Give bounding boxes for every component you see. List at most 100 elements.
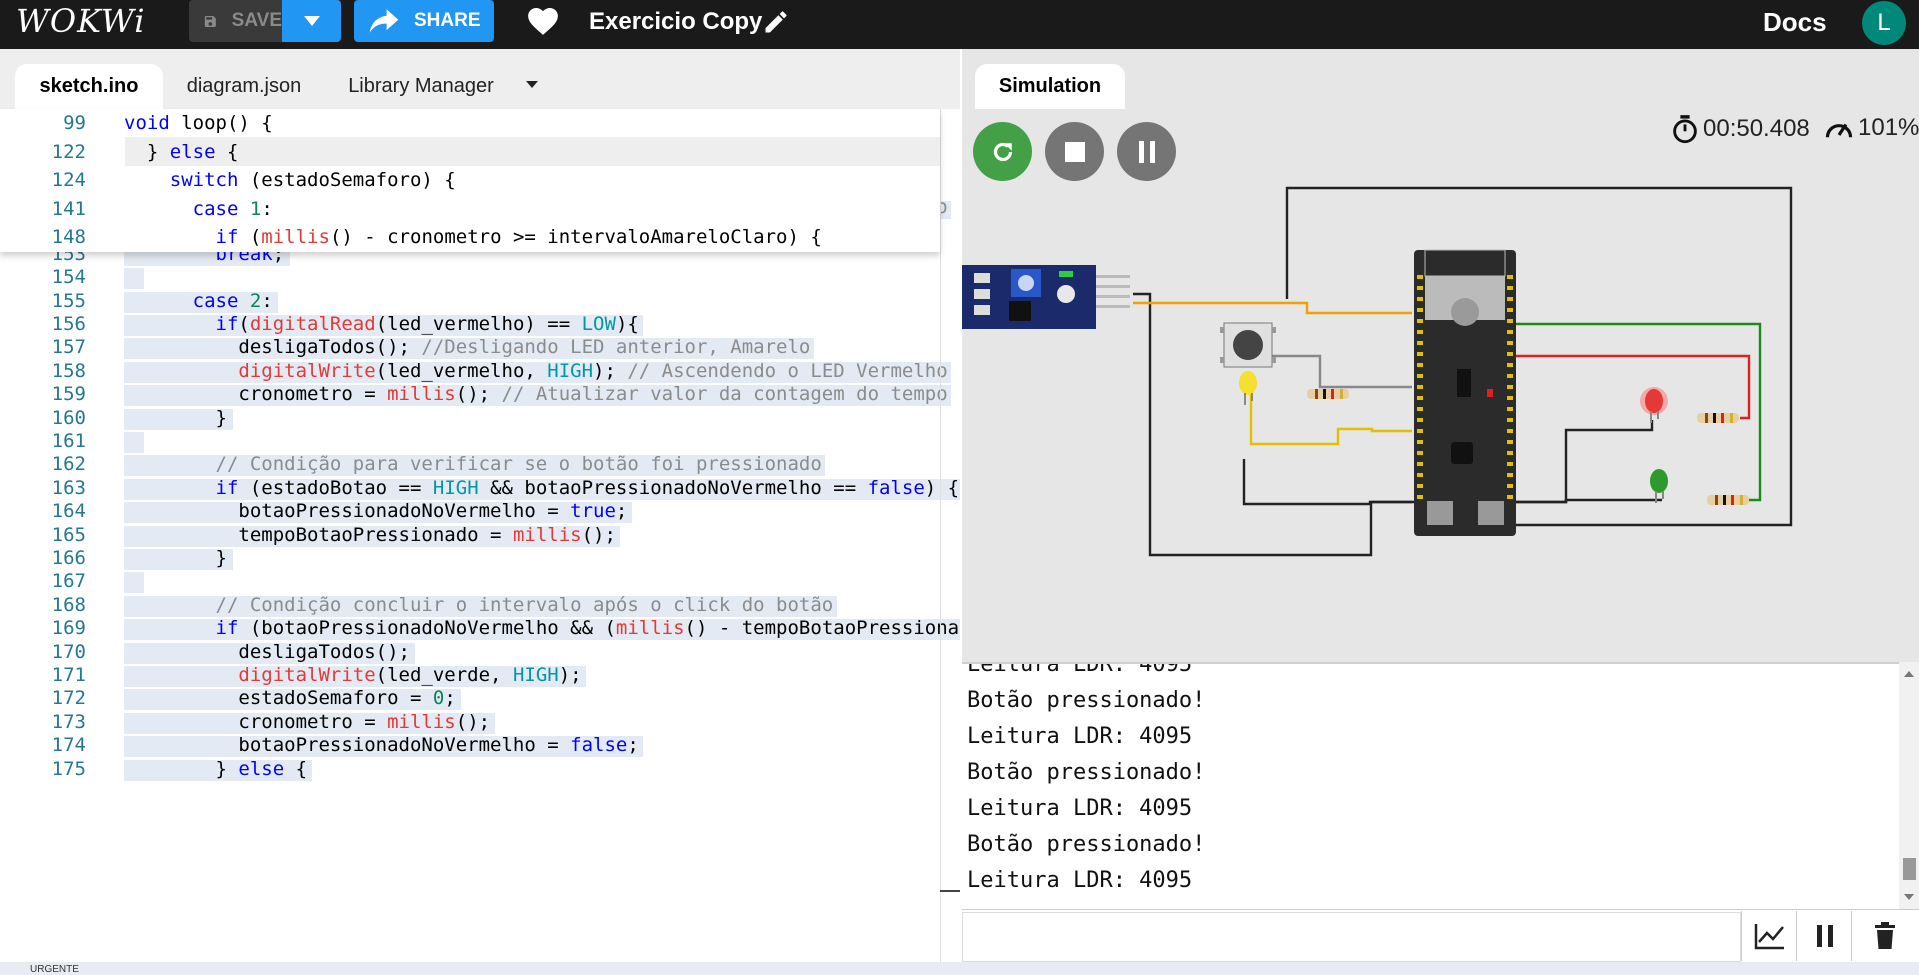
wire	[1514, 322, 1762, 502]
line-number: 154	[51, 266, 86, 289]
code-area[interactable]: 151 cronometro = millis(); // Atualizar …	[0, 201, 960, 962]
tab-menu-dropdown-icon[interactable]	[524, 77, 540, 93]
heart-icon[interactable]	[526, 4, 560, 36]
serial-output-line: Leitura LDR: 4095	[967, 662, 1193, 677]
trash-icon	[1874, 922, 1895, 949]
push-button-component	[1220, 322, 1276, 368]
resistor-component	[1307, 389, 1349, 399]
wire	[1254, 354, 1412, 389]
line-number: 155	[51, 289, 86, 312]
tab-sketch-ino[interactable]: sketch.ino	[15, 64, 163, 109]
line-number: 167	[51, 570, 86, 593]
serial-output-line: Botão pressionado!	[967, 760, 1206, 785]
pencil-edit-icon[interactable]	[762, 8, 790, 36]
serial-input-field[interactable]	[962, 912, 1741, 962]
serial-input-row	[962, 909, 1919, 963]
share-arrow-icon	[369, 9, 399, 33]
line-number: 160	[51, 406, 86, 429]
code-text: cronometro = millis();	[124, 710, 491, 733]
selection-highlight	[124, 268, 144, 290]
docs-link[interactable]: Docs	[1763, 7, 1827, 38]
ldr-sensor-module	[962, 265, 1130, 329]
editor-tab-bar: sketch.ino diagram.json Library Manager	[0, 49, 960, 109]
tab-library-manager[interactable]: Library Manager	[334, 64, 508, 109]
editor-ruler	[940, 109, 941, 962]
line-number: 157	[51, 336, 86, 359]
simulation-panel: Simulation 00:50.408 101%	[962, 49, 1919, 662]
user-avatar[interactable]: L	[1862, 1, 1906, 45]
floppy-disk-icon	[204, 15, 216, 27]
resistor-component	[1707, 495, 1749, 505]
line-number: 156	[51, 313, 86, 335]
green-led-component	[1650, 469, 1668, 503]
wire	[1514, 354, 1751, 420]
circuit-canvas[interactable]	[962, 49, 1919, 662]
code-text: }	[124, 547, 227, 569]
top-bar: WOKWi SAVE SHARE Exercicio Copy Docs L	[0, 0, 1919, 49]
line-number: 162	[51, 453, 86, 476]
line-number: 175	[51, 757, 86, 780]
line-number: 168	[51, 593, 86, 616]
line-number: 165	[51, 523, 86, 546]
save-options-dropdown[interactable]	[282, 0, 341, 42]
serial-scroll-thumb[interactable]	[1903, 858, 1916, 880]
scroll-up-icon[interactable]	[1899, 664, 1919, 684]
wokwi-logo[interactable]: WOKWi	[16, 2, 145, 40]
scroll-down-icon[interactable]	[1899, 887, 1919, 907]
wire	[1242, 459, 1412, 506]
serial-output-line: Leitura LDR: 4095	[967, 724, 1193, 749]
sticky-scroll-header: 99 void loop() { 122 } else { 124 switch …	[0, 109, 940, 252]
code-text: if(digitalRead(led_vermelho) == LOW){	[215, 313, 639, 335]
serial-output-line: Botão pressionado!	[967, 832, 1206, 857]
caret-down-icon	[303, 16, 320, 26]
serial-output-line: Leitura LDR: 4095	[967, 796, 1193, 821]
urgent-badge-label: URGENTE	[30, 964, 79, 975]
serial-output-line: Leitura LDR: 4095	[967, 868, 1193, 893]
line-number: 166	[51, 547, 86, 569]
esp32-board	[1414, 249, 1516, 536]
line-number: 159	[51, 383, 86, 406]
plotter-button[interactable]	[1741, 911, 1797, 961]
line-number: 174	[51, 734, 86, 757]
code-text: case 2:	[192, 289, 273, 312]
code-text: desligaTodos();	[124, 640, 410, 663]
code-text: tempoBotaoPressionado = millis();	[124, 523, 616, 546]
wire	[1514, 420, 1654, 504]
code-text: if (botaoPressionadoNoVermelho && (milli…	[215, 617, 960, 640]
code-text: // Condição para verificar se o botão fo…	[215, 453, 822, 476]
line-number: 173	[51, 710, 86, 733]
code-text: } else {	[124, 757, 308, 780]
code-text: cronometro = millis(); // Atualizar valo…	[124, 383, 948, 406]
code-text: desligaTodos(); //Desligando LED anterio…	[124, 336, 811, 359]
code-editor-panel: sketch.ino diagram.json Library Manager …	[0, 49, 960, 962]
code-text: }	[124, 406, 227, 429]
share-button[interactable]: SHARE	[354, 0, 494, 42]
line-number: 170	[51, 640, 86, 663]
editor-scrollbar[interactable]	[940, 890, 960, 892]
line-number: 161	[51, 430, 86, 452]
pause-icon	[1816, 925, 1833, 947]
wire	[1249, 393, 1412, 446]
line-number: 158	[51, 359, 86, 382]
code-text: if (estadoBotao == HIGH && botaoPression…	[215, 476, 960, 499]
chart-line-icon	[1754, 924, 1784, 950]
pause-serial-button[interactable]	[1796, 911, 1852, 961]
selection-highlight	[124, 432, 144, 453]
clear-serial-button[interactable]	[1851, 911, 1917, 961]
serial-scrollbar[interactable]	[1899, 662, 1919, 909]
tab-diagram-json[interactable]: diagram.json	[170, 64, 318, 109]
red-led-component	[1640, 387, 1668, 423]
code-text: digitalWrite(led_vermelho, HIGH); // Asc…	[238, 359, 948, 382]
serial-output-line: Botão pressionado!	[967, 688, 1206, 713]
serial-monitor-output[interactable]: Leitura LDR: 4095 Botão pressionado! Leitu…	[962, 662, 1899, 911]
code-text: digitalWrite(led_verde, HIGH);	[238, 664, 582, 686]
project-title: Exercicio Copy	[589, 8, 763, 35]
code-text: botaoPressionadoNoVermelho = false;	[124, 734, 639, 757]
save-button[interactable]: SAVE	[189, 0, 282, 42]
wire	[1133, 301, 1412, 315]
save-button-label: SAVE	[231, 10, 282, 31]
current-scope-highlight	[125, 137, 940, 166]
wire	[1133, 292, 1414, 557]
wire	[1514, 498, 1662, 504]
selection-highlight	[124, 572, 144, 594]
